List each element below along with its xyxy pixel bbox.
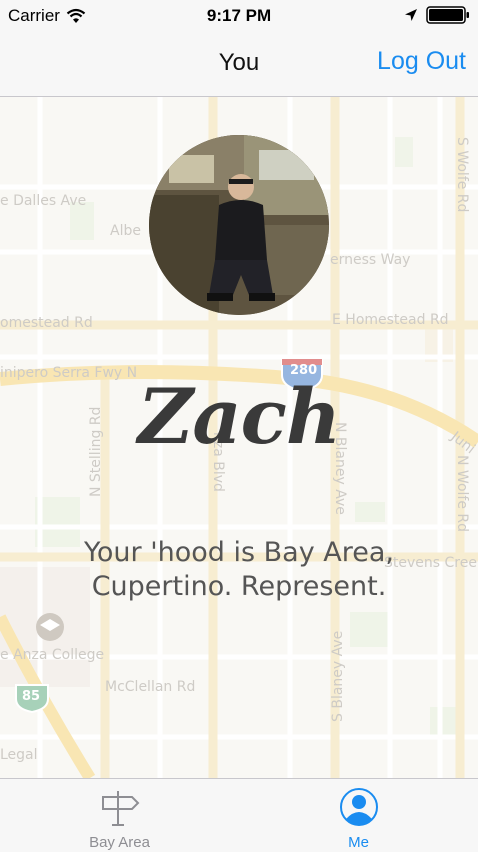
tab-bay-area-label: Bay Area <box>89 834 150 851</box>
status-right <box>404 6 470 24</box>
tab-me[interactable]: Me <box>239 779 478 852</box>
avatar-photo <box>149 135 329 315</box>
user-icon <box>339 788 378 826</box>
tab-bay-area[interactable]: Bay Area <box>0 779 239 852</box>
location-arrow-icon <box>405 9 417 21</box>
logout-button[interactable]: Log Out <box>377 47 466 76</box>
app-screen: Carrier 9:17 PM You Log Out e Dalles Ave… <box>0 0 478 852</box>
profile-avatar[interactable] <box>149 135 329 315</box>
battery-icon <box>426 6 469 24</box>
hood-description: Your 'hood is Bay Area, Cupertino. Repre… <box>83 537 394 602</box>
tab-bar: Bay Area Me <box>0 778 478 852</box>
profile-name: Zach <box>137 372 341 461</box>
status-bar: Carrier 9:17 PM <box>0 0 478 32</box>
tab-me-label: Me <box>348 834 369 851</box>
navigation-bar: You Log Out <box>0 32 478 97</box>
signpost-icon <box>101 791 139 826</box>
